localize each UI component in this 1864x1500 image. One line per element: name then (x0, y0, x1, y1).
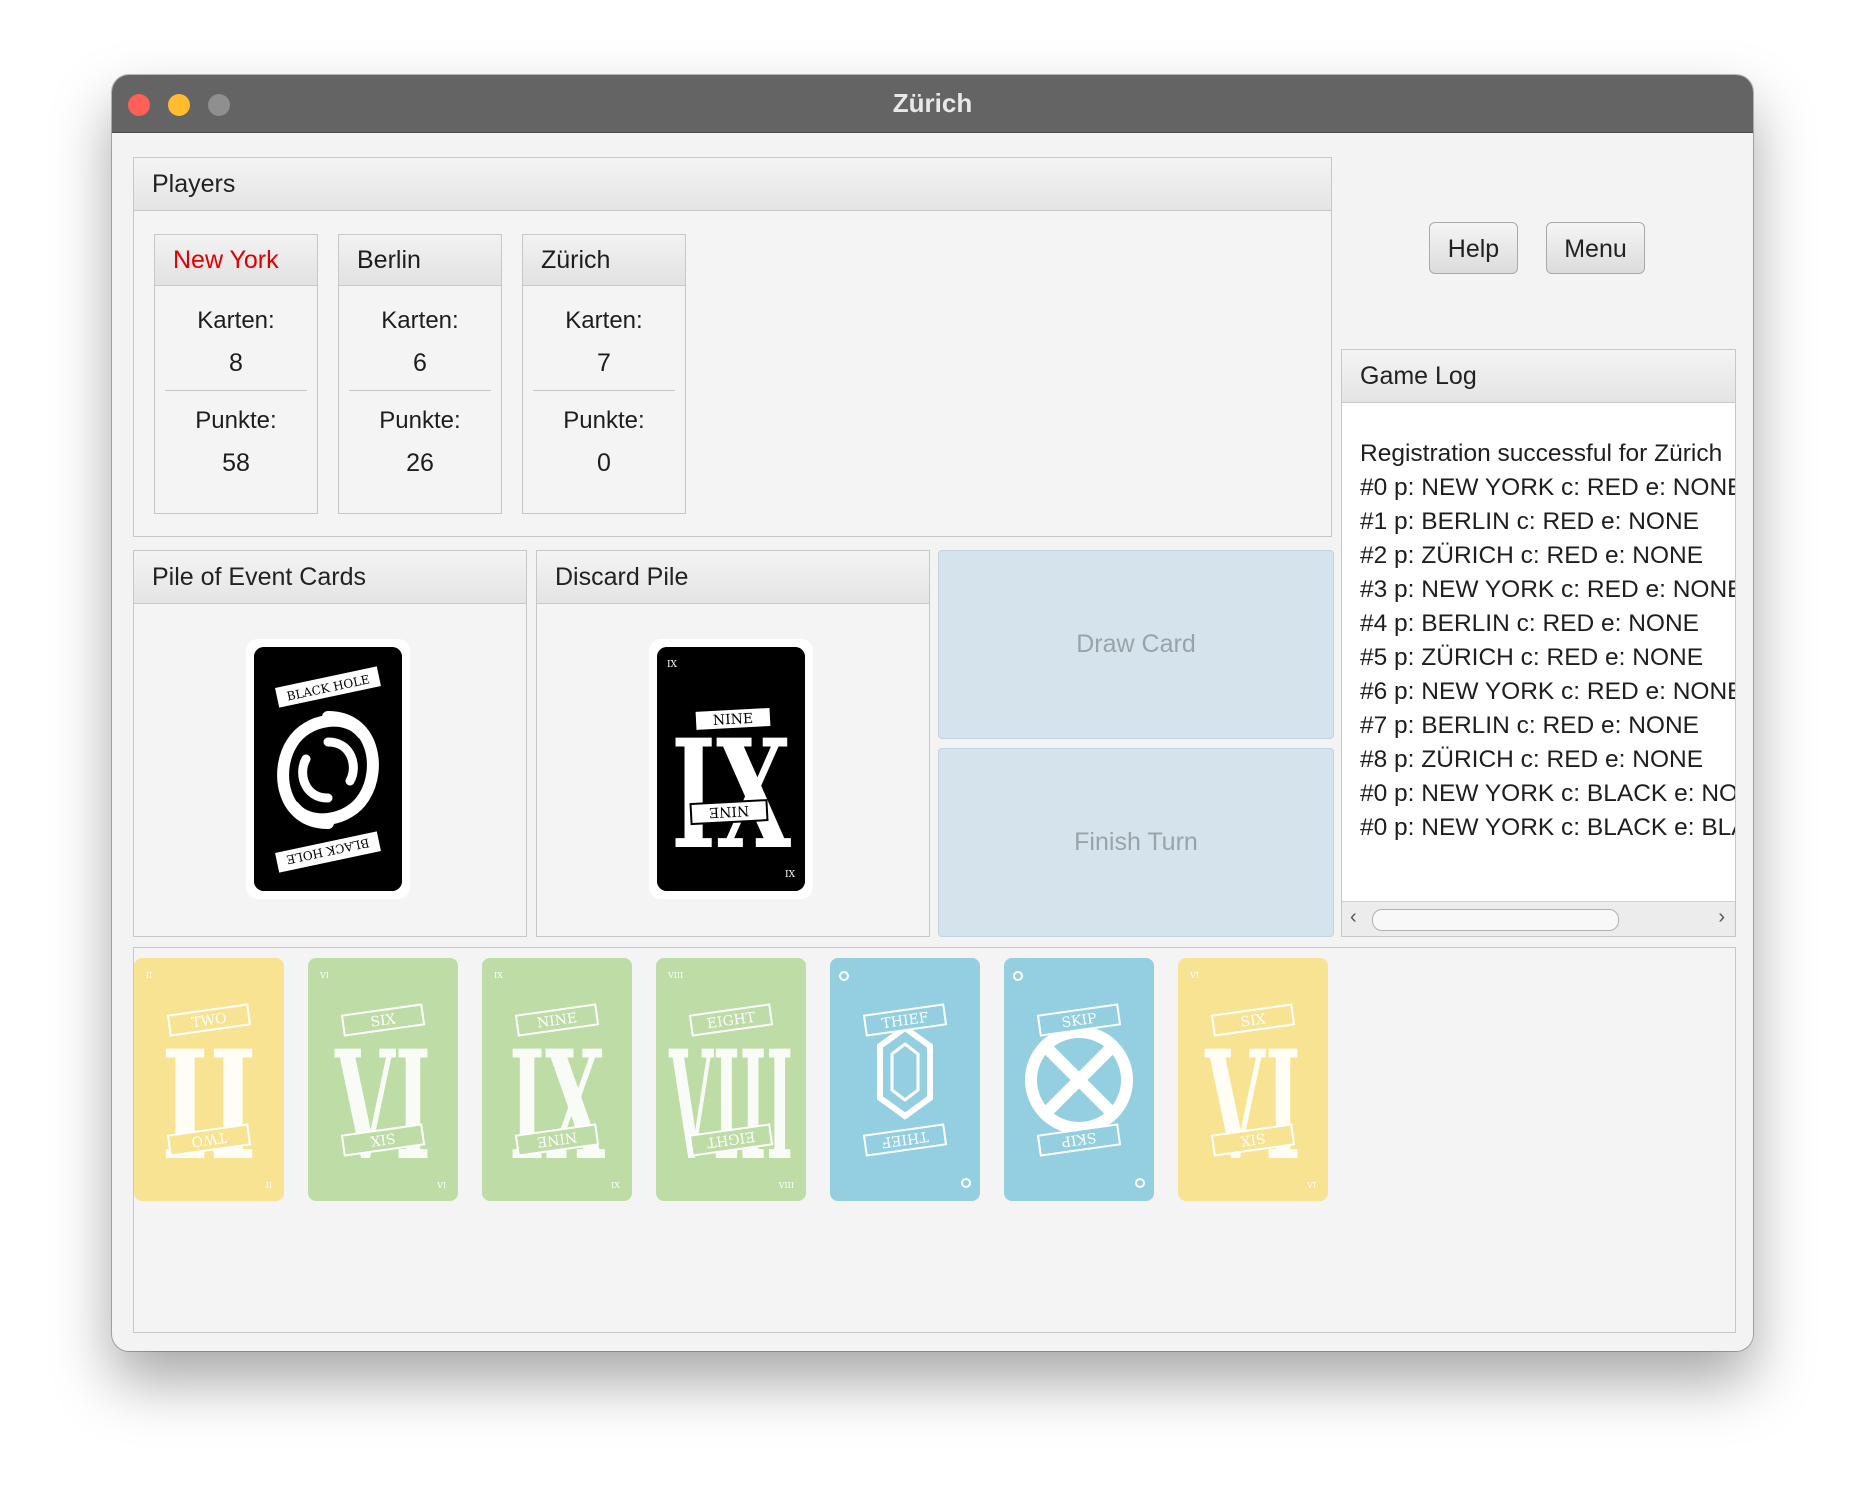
hand-card-face: IITWOTWOIIII (146, 971, 272, 1194)
punkte-label: Punkte: (195, 407, 277, 434)
players-panel: Players New York Karten: 8 Punkte: 58 Berlin K… (133, 157, 1332, 537)
karten-label: Karten: (197, 307, 275, 334)
log-line: #0 p: NEW YORK c: BLACK e: BLA (1360, 814, 1735, 841)
card-corner-bottom: VI (436, 1181, 446, 1190)
discard-card-numeral: IX (671, 707, 791, 883)
card-corner-top: VI (1189, 971, 1199, 980)
hand-card-six[interactable]: VI SIX SIX VI VI (1178, 958, 1328, 1201)
event-pile-header: Pile of Event Cards (134, 551, 526, 604)
scrollbar-thumb[interactable] (1372, 909, 1619, 931)
discard-card-face: IX NINE NINE IX IX (657, 647, 805, 891)
scroll-left-icon[interactable]: ‹ (1350, 906, 1357, 929)
card-numeral: II (161, 1018, 257, 1194)
card-numeral: VIII (669, 1018, 793, 1194)
punkte-count: 58 (222, 449, 250, 477)
log-line: #3 p: NEW YORK c: RED e: NONE (1360, 576, 1735, 603)
punkte-count: 0 (597, 449, 611, 477)
card-corner-bottom: VIII (778, 1181, 794, 1190)
hand-card-six[interactable]: VI SIX SIX VI VI (308, 958, 458, 1201)
log-line: #5 p: ZÜRICH c: RED e: NONE (1360, 644, 1704, 671)
discard-pile-panel: Discard Pile IX NINE NINE IX IX (536, 550, 930, 937)
players-panel-header: Players (134, 158, 1331, 211)
card-numeral: IX (509, 1018, 605, 1194)
discard-card-name-top: NINE (713, 711, 754, 729)
menu-button[interactable]: Menu (1546, 222, 1645, 274)
hand-card-thief[interactable]: THIEF THIEF (830, 958, 980, 1201)
card-corner-top: IX (494, 971, 503, 980)
stat-divider (349, 390, 491, 391)
card-corner-bottom: VI (1306, 1181, 1316, 1190)
game-log-panel: Game Log Registration successful for Zür… (1341, 349, 1736, 937)
stat-divider (165, 390, 307, 391)
window-title: Zürich (892, 88, 973, 118)
karten-count: 8 (229, 349, 243, 377)
gem-icon (877, 1024, 933, 1120)
karten-label: Karten: (565, 307, 643, 334)
discard-top-card: IX NINE NINE IX IX (649, 639, 813, 899)
title-bar: Zürich (112, 75, 1753, 133)
card-numeral: VI (1204, 1018, 1301, 1194)
player-card: Berlin Karten: 6 Punkte: 26 (338, 234, 502, 514)
card-corner-mark (1013, 971, 1023, 981)
log-line: #4 p: BERLIN c: RED e: NONE (1360, 610, 1700, 637)
log-line: #8 p: ZÜRICH c: RED e: NONE (1360, 746, 1704, 773)
card-corner-bottom: II (266, 1181, 272, 1190)
card-corner-mark (839, 971, 849, 981)
hand-card-face: SKIPSKIP (1013, 971, 1145, 1188)
log-line: #0 p: NEW YORK c: RED e: NONE (1360, 474, 1735, 501)
hand-card-face: IXNINENINEIXIX (494, 971, 620, 1194)
player-name: New York (155, 235, 317, 286)
stat-divider (533, 390, 675, 391)
game-log-header: Game Log (1342, 350, 1735, 403)
karten-count: 6 (413, 349, 427, 377)
hand-card-face: VISIXSIXVIVI (1189, 971, 1316, 1194)
game-window: Zürich Players New York Karten: 8 Punkte: 58… (112, 75, 1753, 1351)
black-hole-icon: BLACK HOLE BLACK HOLE (254, 647, 402, 891)
player-name: Berlin (339, 235, 501, 286)
event-pile-panel: Pile of Event Cards BLACK HOLE BLACK HOL… (133, 550, 527, 937)
karten-count: 7 (597, 349, 611, 377)
player-name: Zürich (523, 235, 685, 286)
log-line: #0 p: NEW YORK c: BLACK e: NOI (1360, 780, 1735, 807)
game-log-horizontal-scrollbar[interactable]: ‹ › (1342, 901, 1735, 936)
hand-card-nine[interactable]: IX NINE NINE IX IX (482, 958, 632, 1201)
discard-card-corner-top: IX (667, 660, 678, 670)
hand-card-face: VISIXSIXVIVI (319, 971, 446, 1194)
card-corner-bottom: IX (611, 1181, 620, 1190)
punkte-label: Punkte: (563, 407, 645, 434)
hand-card-two[interactable]: II TWO TWO II II (134, 958, 284, 1201)
player-card: New York Karten: 8 Punkte: 58 (154, 234, 318, 514)
punkte-label: Punkte: (379, 407, 461, 434)
card-corner-top: VI (319, 971, 329, 980)
scroll-right-icon[interactable]: › (1718, 906, 1725, 929)
player-card: Zürich Karten: 7 Punkte: 0 (522, 234, 686, 514)
card-corner-mark (961, 1178, 971, 1188)
draw-card-button[interactable]: Draw Card (938, 550, 1334, 739)
discard-card-corner-bottom: IX (785, 870, 796, 880)
card-corner-top: VIII (667, 971, 683, 980)
hand-card-face: THIEFTHIEF (839, 971, 971, 1188)
hand-card-face: VIIIEIGHTEIGHTVIIIVIII (667, 971, 794, 1194)
hand-card-eight[interactable]: VIII EIGHT EIGHT VIII VIII (656, 958, 806, 1201)
card-numeral: VI (334, 1018, 431, 1194)
log-line: #2 p: ZÜRICH c: RED e: NONE (1360, 542, 1704, 569)
event-card-black-hole[interactable]: BLACK HOLE BLACK HOLE (246, 639, 410, 899)
help-button[interactable]: Help (1429, 222, 1518, 274)
log-line: #7 p: BERLIN c: RED e: NONE (1360, 712, 1700, 739)
log-line: Registration successful for Zürich (1360, 440, 1723, 467)
card-corner-top: II (146, 971, 152, 980)
punkte-count: 26 (406, 449, 434, 477)
karten-label: Karten: (381, 307, 459, 334)
finish-turn-button[interactable]: Finish Turn (938, 748, 1334, 937)
card-corner-mark (1135, 1178, 1145, 1188)
log-line: #1 p: BERLIN c: RED e: NONE (1360, 508, 1700, 535)
game-log-content[interactable]: Registration successful for Zürich #0 p: … (1342, 403, 1735, 902)
hand-card-skip[interactable]: SKIP SKIP (1004, 958, 1154, 1201)
log-line: #6 p: NEW YORK c: RED e: NONE (1360, 678, 1735, 705)
discard-card-name-bottom: NINE (708, 802, 749, 820)
discard-pile-header: Discard Pile (537, 551, 929, 604)
